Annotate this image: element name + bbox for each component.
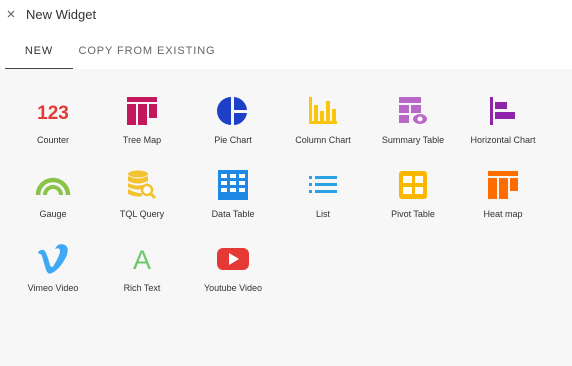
widget-column-chart[interactable]: Column Chart xyxy=(286,88,360,148)
widget-list[interactable]: List xyxy=(286,162,360,222)
widget-pie-chart[interactable]: Pie Chart xyxy=(196,88,270,148)
rich-text-glyph: A xyxy=(133,245,151,275)
widget-summary-table[interactable]: Summary Table xyxy=(376,88,450,148)
pivot-table-icon xyxy=(393,169,433,201)
widget-horizontal-chart[interactable]: Horizontal Chart xyxy=(466,88,540,148)
widget-vimeo-video[interactable]: Vimeo Video xyxy=(16,236,90,296)
widget-data-table[interactable]: Data Table xyxy=(196,162,270,222)
horizontal-chart-icon xyxy=(483,95,523,127)
widget-gauge[interactable]: Gauge xyxy=(16,162,90,222)
widget-label: Column Chart xyxy=(295,135,351,145)
widget-pivot-table[interactable]: Pivot Table xyxy=(376,162,450,222)
heat-map-icon xyxy=(483,169,523,201)
widget-tree-map[interactable]: Tree Map xyxy=(105,88,179,148)
counter-icon: 123 xyxy=(33,95,73,127)
widget-label: Counter xyxy=(36,135,70,145)
tab-new[interactable]: NEW xyxy=(5,36,73,69)
widget-label: TQL Query xyxy=(119,209,165,219)
widget-label: Gauge xyxy=(39,209,67,219)
column-chart-icon xyxy=(303,95,343,127)
widget-youtube-video[interactable]: Youtube Video xyxy=(196,236,270,296)
widget-label: Data Table xyxy=(211,209,255,219)
widget-label: Youtube Video xyxy=(203,283,263,293)
widget-label: Vimeo Video xyxy=(27,283,79,293)
widget-rich-text[interactable]: A Rich Text xyxy=(105,236,179,296)
dialog-title: New Widget xyxy=(26,7,97,22)
dialog-header: New Widget xyxy=(0,0,572,30)
widget-label: Pie Chart xyxy=(214,135,252,145)
list-icon xyxy=(303,169,343,201)
tql-query-icon xyxy=(122,169,162,201)
tab-copy-from-existing[interactable]: COPY FROM EXISTING xyxy=(78,36,216,68)
widget-label: Pivot Table xyxy=(391,209,435,219)
data-table-icon xyxy=(213,169,253,201)
widget-label: Summary Table xyxy=(381,135,445,145)
widget-tql-query[interactable]: TQL Query xyxy=(105,162,179,222)
youtube-icon xyxy=(213,243,253,275)
vimeo-icon xyxy=(33,243,73,275)
widget-gallery: 123 Counter Tree Map Pie Chart Column Ch… xyxy=(0,69,572,366)
widget-label: List xyxy=(315,209,330,219)
widget-heat-map[interactable]: Heat map xyxy=(466,162,540,222)
close-icon[interactable] xyxy=(5,8,17,20)
widget-label: Horizontal Chart xyxy=(470,135,536,145)
gauge-icon xyxy=(33,169,73,201)
widget-counter[interactable]: 123 Counter xyxy=(16,88,90,148)
summary-table-icon xyxy=(393,95,433,127)
counter-glyph: 123 xyxy=(37,103,69,124)
widget-label: Heat map xyxy=(483,209,523,219)
tree-map-icon xyxy=(122,95,162,127)
tab-bar: NEW COPY FROM EXISTING xyxy=(0,36,572,69)
pie-chart-icon xyxy=(213,95,253,127)
widget-label: Tree Map xyxy=(122,135,162,145)
widget-label: Rich Text xyxy=(123,283,161,293)
rich-text-icon: A xyxy=(122,243,162,275)
